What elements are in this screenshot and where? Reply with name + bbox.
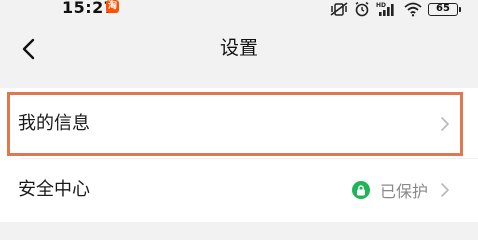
my-info-row[interactable]: 我的信息 (0, 93, 478, 155)
svg-text:HD: HD (376, 2, 386, 9)
security-center-row[interactable]: 安全中心 已保护 (0, 159, 478, 221)
page-title: 设置 (219, 37, 258, 59)
security-status-text: 已保护 (379, 182, 428, 201)
chevron-right-icon (441, 117, 449, 131)
security-status: 已保护 (351, 178, 428, 202)
settings-card: 我的信息 安全中心 已保护 (0, 88, 478, 222)
nav-bar: 设置 (0, 20, 478, 76)
security-center-label: 安全中心 (18, 179, 90, 200)
chevron-right-icon (441, 183, 449, 197)
battery-level: 65 (436, 2, 450, 14)
taobao-notification-icon: 淘 (106, 0, 119, 13)
lock-icon (351, 181, 370, 199)
my-info-label: 我的信息 (18, 113, 90, 134)
alarm-icon (355, 1, 369, 17)
status-bar: 15:27 淘 HD 65 (0, 0, 478, 20)
wifi-icon (404, 2, 422, 17)
status-icons: HD 65 (330, 0, 461, 18)
vibrate-mute-icon (330, 2, 348, 16)
hd-signal-icon: HD (376, 2, 394, 16)
battery-icon: 65 (428, 2, 461, 16)
